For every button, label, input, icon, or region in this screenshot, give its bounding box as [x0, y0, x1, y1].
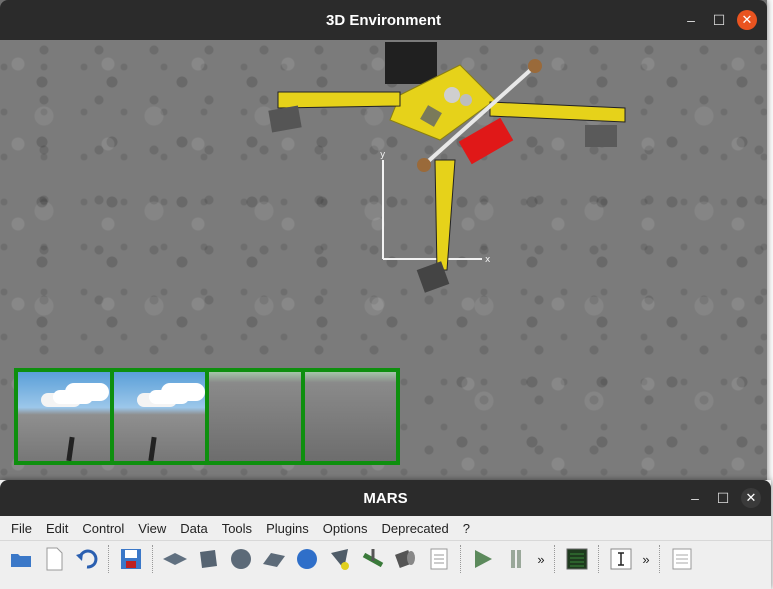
camera-view-2[interactable]	[113, 372, 205, 461]
menu-view[interactable]: View	[131, 521, 173, 536]
camera-view-1[interactable]	[18, 372, 110, 461]
mars-window-controls: – ☐ ✕	[685, 480, 761, 516]
toolbar-separator	[554, 545, 556, 573]
menu-options[interactable]: Options	[316, 521, 375, 536]
mars-window: MARS – ☐ ✕ File Edit Control View Data T…	[0, 480, 771, 589]
mars-title: MARS	[363, 489, 408, 507]
add-plane-icon[interactable]	[160, 544, 190, 574]
toolbar-separator	[108, 545, 110, 573]
add-joint-icon[interactable]	[358, 544, 388, 574]
menu-file[interactable]: File	[4, 521, 39, 536]
minimize-button[interactable]: –	[681, 10, 701, 30]
menu-plugins[interactable]: Plugins	[259, 521, 316, 536]
window-titlebar[interactable]: 3D Environment – ☐ ✕	[0, 0, 767, 40]
menu-data[interactable]: Data	[173, 521, 214, 536]
add-blue-sphere-icon[interactable]	[292, 544, 322, 574]
toolbar-separator	[152, 545, 154, 573]
maximize-button[interactable]: ☐	[709, 10, 729, 30]
mars-minimize-button[interactable]: –	[685, 488, 705, 508]
close-button[interactable]: ✕	[737, 10, 757, 30]
add-cylinder-icon[interactable]	[391, 544, 421, 574]
menu-deprecated[interactable]: Deprecated	[375, 521, 456, 536]
3d-environment-window: 3D Environment – ☐ ✕ y x	[0, 0, 767, 480]
toolbar-separator	[598, 545, 600, 573]
toolbar-separator	[659, 545, 661, 573]
add-box-icon[interactable]	[193, 544, 223, 574]
toolbar-overflow-1[interactable]: »	[534, 552, 548, 567]
robot[interactable]	[268, 42, 626, 293]
mars-maximize-button[interactable]: ☐	[713, 488, 733, 508]
new-file-icon[interactable]	[39, 544, 69, 574]
robot-sensor-head	[385, 42, 437, 84]
menu-control[interactable]: Control	[75, 521, 131, 536]
camera-view-3[interactable]	[209, 372, 301, 461]
toolbar-overflow-2[interactable]: »	[639, 552, 653, 567]
toolbar: » »	[0, 540, 771, 577]
mars-titlebar[interactable]: MARS – ☐ ✕	[0, 480, 771, 516]
document-icon[interactable]	[424, 544, 454, 574]
camera-views	[14, 368, 400, 465]
camera-view-4[interactable]	[304, 372, 396, 461]
window-controls: – ☐ ✕	[681, 0, 757, 40]
axis-y-label: y	[380, 150, 386, 160]
open-folder-icon[interactable]	[6, 544, 36, 574]
pause-icon[interactable]	[501, 544, 531, 574]
add-sphere-icon[interactable]	[226, 544, 256, 574]
monitor-icon[interactable]	[562, 544, 592, 574]
text-cursor-icon[interactable]	[606, 544, 636, 574]
add-light-icon[interactable]	[325, 544, 355, 574]
3d-viewport[interactable]: y x	[0, 40, 767, 480]
mars-close-button[interactable]: ✕	[741, 488, 761, 508]
menu-tools[interactable]: Tools	[215, 521, 259, 536]
save-icon[interactable]	[116, 544, 146, 574]
menu-bar: File Edit Control View Data Tools Plugin…	[0, 516, 771, 540]
play-icon[interactable]	[468, 544, 498, 574]
menu-edit[interactable]: Edit	[39, 521, 75, 536]
list-icon[interactable]	[667, 544, 697, 574]
menu-help[interactable]: ?	[456, 521, 477, 536]
window-title: 3D Environment	[325, 11, 442, 29]
axis-x-label: x	[485, 255, 491, 265]
add-terrain-icon[interactable]	[259, 544, 289, 574]
toolbar-separator	[460, 545, 462, 573]
undo-icon[interactable]	[72, 544, 102, 574]
